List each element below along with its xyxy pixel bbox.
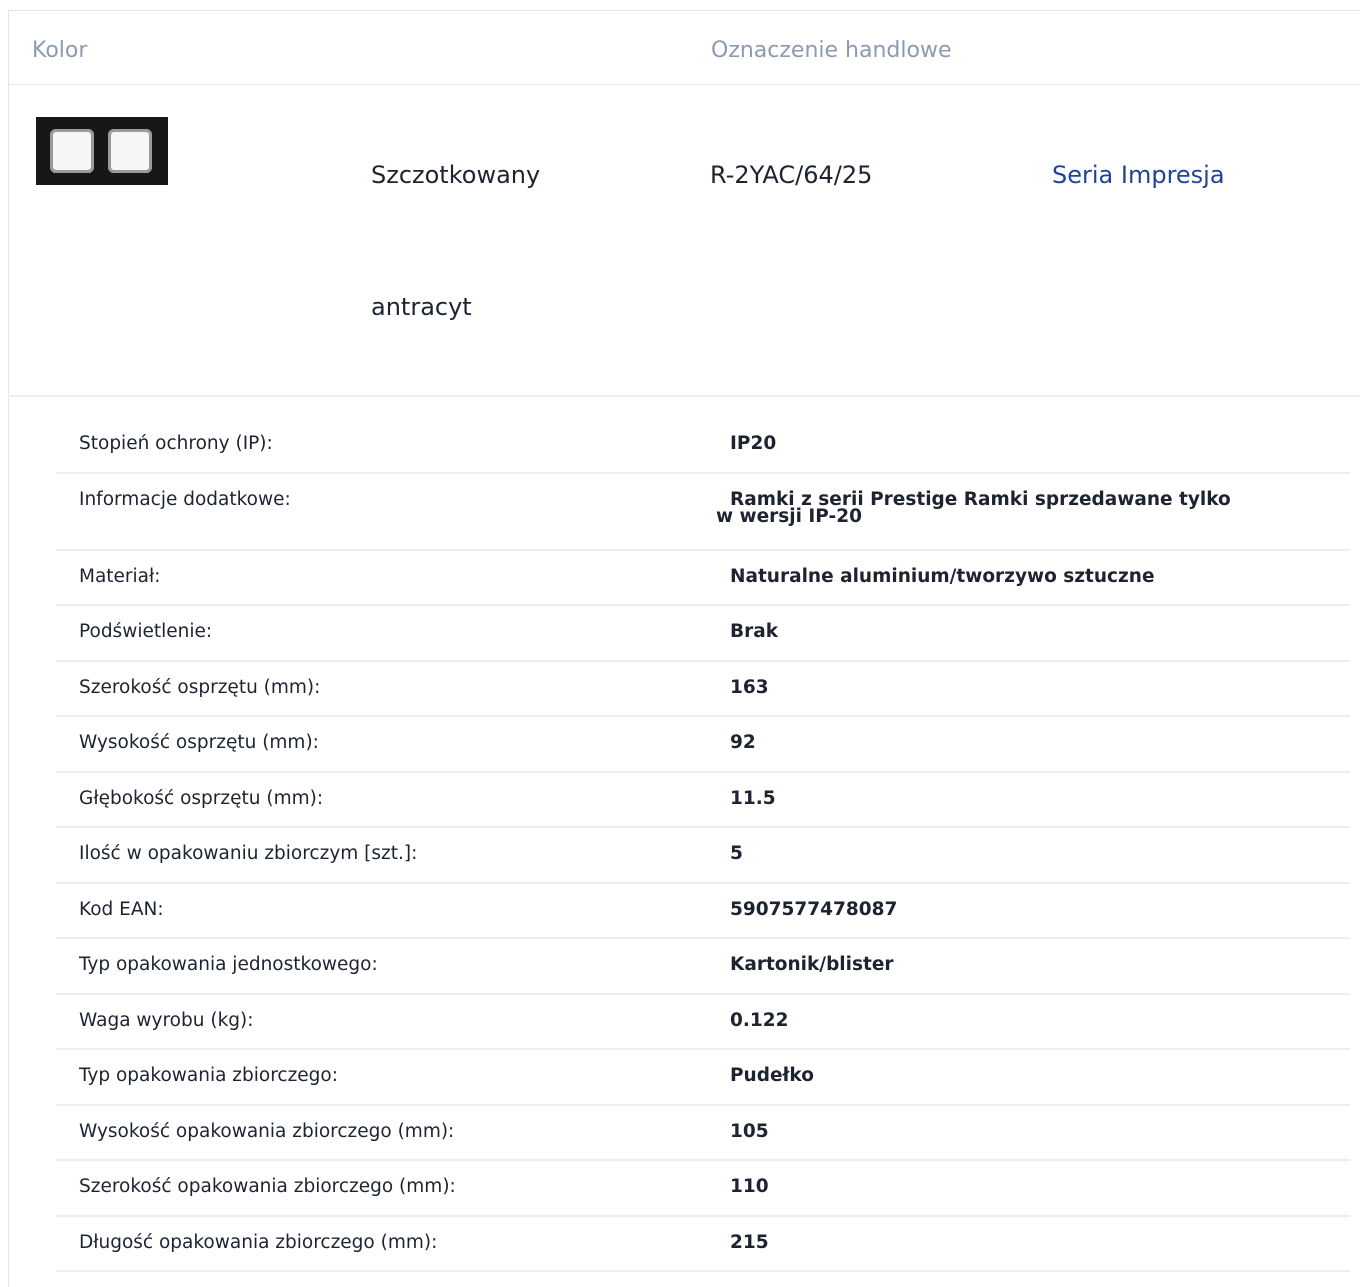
frame-opening [108,129,152,173]
spec-label: Stopień ochrony (IP): [79,433,273,454]
spec-value-line2: w wersji IP-20 [716,505,862,527]
spec-label: Wysokość opakowania zbiorczego (mm): [79,1120,455,1142]
spec-label: Waga wyrobu (kg): [79,1009,254,1031]
spec-row: Głębokość osprzętu (mm): 11.5 [56,773,1350,828]
spec-row: Informacje dodatkowe: Ramki z serii Pres… [56,474,1350,551]
double-frame-icon [36,117,168,185]
spec-value: Brak [730,621,779,642]
spec-row: Typ opakowania jednostkowego: Kartonik/b… [56,939,1350,995]
spec-value: 110 [730,1176,769,1197]
series-link[interactable]: Seria Impresja [1052,161,1225,189]
spec-value: Ramki z serii Prestige Ramki sprzedawane… [716,490,1340,527]
spec-value: 0.122 [730,1009,789,1031]
frame-opening [50,129,94,173]
spec-row: Podświetlenie: Brak [56,606,1350,662]
spec-label: Typ opakowania zbiorczego: [79,1065,338,1086]
spec-row: Waga wyrobu (kg): 0.122 [56,995,1350,1050]
spec-label: Długość opakowania zbiorczego (mm): [79,1231,438,1253]
spec-row: Szerokość osprzętu (mm): 163 [56,662,1350,717]
spec-value: 105 [730,1120,769,1142]
color-name-line1: Szczotkowany [371,161,541,189]
product-row: Szczotkowany antracyt R-2YAC/64/25 Seria… [8,85,1360,397]
spec-value: 215 [730,1231,769,1253]
spec-label: Wysokość osprzętu (mm): [79,732,319,753]
spec-label: Informacje dodatkowe: [79,488,291,510]
spec-row: Wysokość opakowania zbiorczego (mm): 105 [56,1106,1350,1161]
spec-row: Materiał: Naturalne aluminium/tworzywo s… [56,551,1350,606]
spec-table: Stopień ochrony (IP): IP20 Informacje do… [56,418,1350,1272]
header-oznaczenie: Oznaczenie handlowe [711,38,952,63]
spec-row: Szerokość opakowania zbiorczego (mm): 11… [56,1161,1350,1217]
product-code: R-2YAC/64/25 [710,161,873,189]
spec-label: Szerokość osprzętu (mm): [79,676,321,698]
spec-value: Pudełko [730,1065,814,1086]
spec-label: Kod EAN: [79,898,164,920]
spec-label: Głębokość osprzętu (mm): [79,787,324,809]
spec-row: Długość opakowania zbiorczego (mm): 215 [56,1217,1350,1272]
spec-value: 92 [730,732,756,753]
spec-row: Ilość w opakowaniu zbiorczym [szt.]: 5 [56,828,1350,884]
spec-value: 163 [730,676,769,698]
spec-value: Naturalne aluminium/tworzywo sztuczne [730,565,1155,587]
spec-value: 5907577478087 [730,898,898,920]
spec-label: Materiał: [79,565,161,587]
spec-row: Wysokość osprzętu (mm): 92 [56,717,1350,773]
spec-value: 5 [730,843,743,864]
header-kolor: Kolor [32,38,88,63]
table-header: Kolor Oznaczenie handlowe [8,10,1360,85]
spec-value: Kartonik/blister [730,954,894,975]
spec-label: Typ opakowania jednostkowego: [79,954,378,975]
spec-label: Ilość w opakowaniu zbiorczym [szt.]: [79,843,418,864]
spec-label: Szerokość opakowania zbiorczego (mm): [79,1176,456,1197]
spec-row: Stopień ochrony (IP): IP20 [56,418,1350,474]
color-name-line2: antracyt [371,293,472,321]
spec-row: Typ opakowania zbiorczego: Pudełko [56,1050,1350,1106]
spec-row: Kod EAN: 5907577478087 [56,884,1350,939]
spec-value: 11.5 [730,787,776,809]
spec-label: Podświetlenie: [79,621,213,642]
spec-value: IP20 [730,433,777,454]
